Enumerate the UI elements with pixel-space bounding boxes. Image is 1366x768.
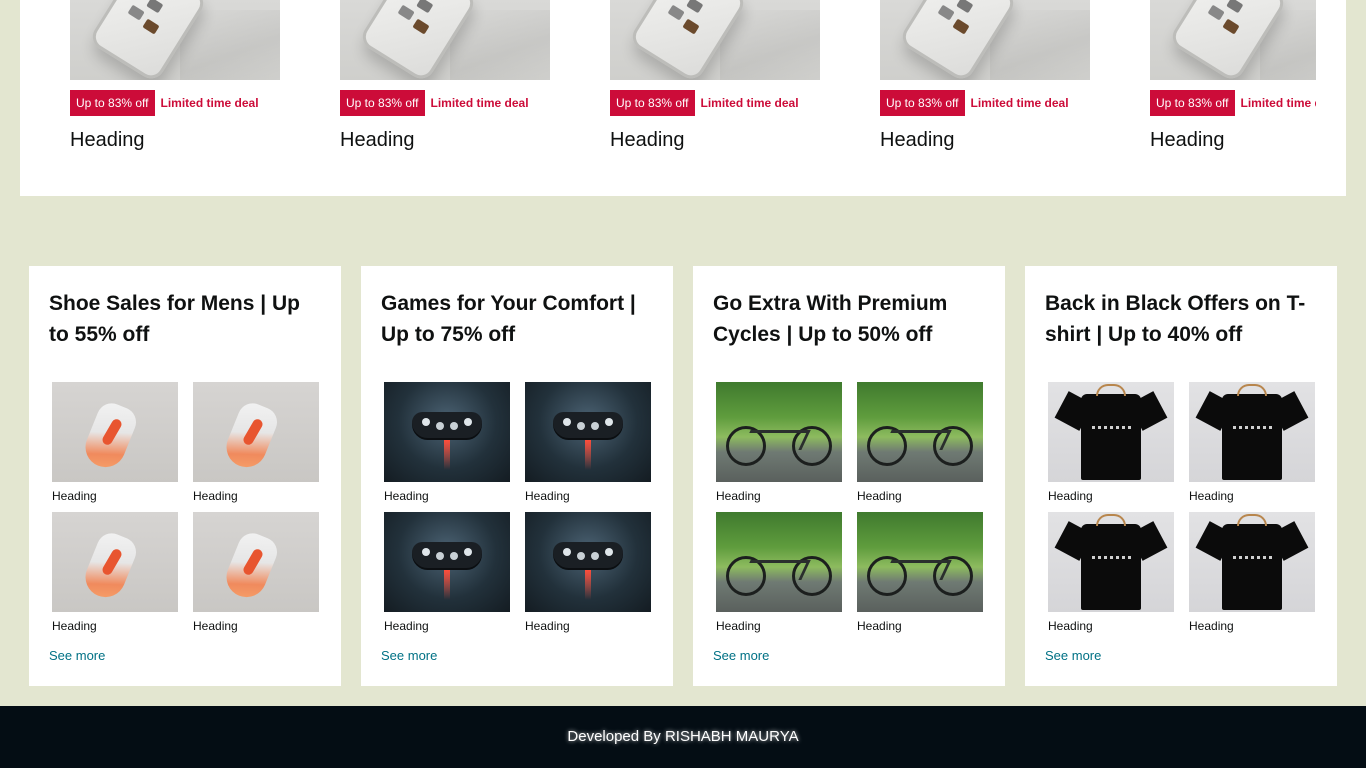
discount-badge: Up to 83% off [880,90,965,116]
deal-card[interactable]: Up to 83% off Limited time deal Heading [1150,0,1316,151]
t-shirt-image[interactable] [1048,512,1174,612]
product-tile[interactable]: Heading [1189,512,1315,633]
product-label: Heading [1048,489,1093,503]
see-more-link[interactable]: See more [381,648,437,663]
deal-row: Up to 83% off Limited time deal [880,90,1069,116]
game-controller-image[interactable] [525,382,651,482]
product-tile[interactable]: Heading [193,512,319,633]
see-more-link[interactable]: See more [1045,648,1101,663]
category-card-cycles: Go Extra With Premium Cycles | Up to 50%… [693,266,1005,686]
deal-row: Up to 83% off Limited time deal [1150,90,1316,116]
product-label: Heading [52,489,97,503]
product-label: Heading [384,619,429,633]
deals-track: Up to 83% off Limited time deal Heading … [70,0,1316,196]
deal-heading[interactable]: Heading [880,129,955,152]
bicycle-image[interactable] [716,512,842,612]
deal-heading[interactable]: Heading [610,129,685,152]
discount-badge: Up to 83% off [340,90,425,116]
card-title: Games for Your Comfort | Up to 75% off [381,292,636,346]
deal-heading[interactable]: Heading [340,129,415,152]
product-tile[interactable]: Heading [384,382,510,503]
deal-heading[interactable]: Heading [1150,129,1225,152]
deal-card[interactable]: Up to 83% off Limited time deal Heading [340,0,570,151]
product-tile[interactable]: Heading [1048,512,1174,633]
product-label: Heading [384,489,429,503]
product-tile[interactable]: Heading [193,382,319,503]
product-label: Heading [1048,619,1093,633]
shoe-image[interactable] [193,382,319,482]
game-controller-image[interactable] [525,512,651,612]
product-label: Heading [525,619,570,633]
deal-card[interactable]: Up to 83% off Limited time deal Heading [880,0,1110,151]
product-tile[interactable]: Heading [716,512,842,633]
limited-deal-label: Limited time deal [970,96,1069,110]
product-tile[interactable]: Heading [1048,382,1174,503]
discount-badge: Up to 83% off [70,90,155,116]
product-label: Heading [857,619,902,633]
category-card-tshirts: Back in Black Offers on T-shirt | Up to … [1025,266,1337,686]
phone-product-image[interactable] [610,0,820,80]
product-tile[interactable]: Heading [384,512,510,633]
limited-deal-label: Limited time deal [1240,96,1317,110]
product-label: Heading [193,619,238,633]
shoe-image[interactable] [52,512,178,612]
footer: Developed By RISHABH MAURYA [0,706,1366,768]
category-card-games: Games for Your Comfort | Up to 75% off H… [361,266,673,686]
card-title: Back in Black Offers on T-shirt | Up to … [1045,292,1306,346]
product-tile[interactable]: Heading [525,382,651,503]
see-more-link[interactable]: See more [49,648,105,663]
card-title: Shoe Sales for Mens | Up to 55% off [49,292,300,346]
bicycle-image[interactable] [857,382,983,482]
deal-row: Up to 83% off Limited time deal [70,90,259,116]
bicycle-image[interactable] [716,382,842,482]
product-label: Heading [1189,619,1234,633]
deal-card[interactable]: Up to 83% off Limited time deal Heading [70,0,300,151]
phone-product-image[interactable] [880,0,1090,80]
product-tile[interactable]: Heading [52,382,178,503]
product-tile[interactable]: Heading [525,512,651,633]
discount-badge: Up to 83% off [1150,90,1235,116]
product-tile[interactable]: Heading [1189,382,1315,503]
t-shirt-image[interactable] [1048,382,1174,482]
deal-heading[interactable]: Heading [70,129,145,152]
card-title: Go Extra With Premium Cycles | Up to 50%… [713,292,948,346]
product-tile[interactable]: Heading [857,512,983,633]
footer-credit: Developed By RISHABH MAURYA [567,728,799,745]
product-label: Heading [716,489,761,503]
product-label: Heading [857,489,902,503]
t-shirt-image[interactable] [1189,382,1315,482]
product-tile[interactable]: Heading [716,382,842,503]
discount-badge: Up to 83% off [610,90,695,116]
limited-deal-label: Limited time deal [700,96,799,110]
shoe-image[interactable] [193,512,319,612]
t-shirt-image[interactable] [1189,512,1315,612]
product-tile[interactable]: Heading [857,382,983,503]
deal-row: Up to 83% off Limited time deal [340,90,529,116]
limited-deal-label: Limited time deal [160,96,259,110]
game-controller-image[interactable] [384,382,510,482]
product-label: Heading [193,489,238,503]
shoe-image[interactable] [52,382,178,482]
deal-row: Up to 83% off Limited time deal [610,90,799,116]
product-label: Heading [716,619,761,633]
see-more-link[interactable]: See more [713,648,769,663]
product-label: Heading [525,489,570,503]
product-label: Heading [1189,489,1234,503]
phone-product-image[interactable] [70,0,280,80]
category-card-shoes: Shoe Sales for Mens | Up to 55% off Head… [29,266,341,686]
product-tile[interactable]: Heading [52,512,178,633]
game-controller-image[interactable] [384,512,510,612]
limited-deal-label: Limited time deal [430,96,529,110]
product-label: Heading [52,619,97,633]
bicycle-image[interactable] [857,512,983,612]
deals-carousel: Up to 83% off Limited time deal Heading … [20,0,1346,196]
phone-product-image[interactable] [1150,0,1316,80]
phone-product-image[interactable] [340,0,550,80]
deal-card[interactable]: Up to 83% off Limited time deal Heading [610,0,840,151]
